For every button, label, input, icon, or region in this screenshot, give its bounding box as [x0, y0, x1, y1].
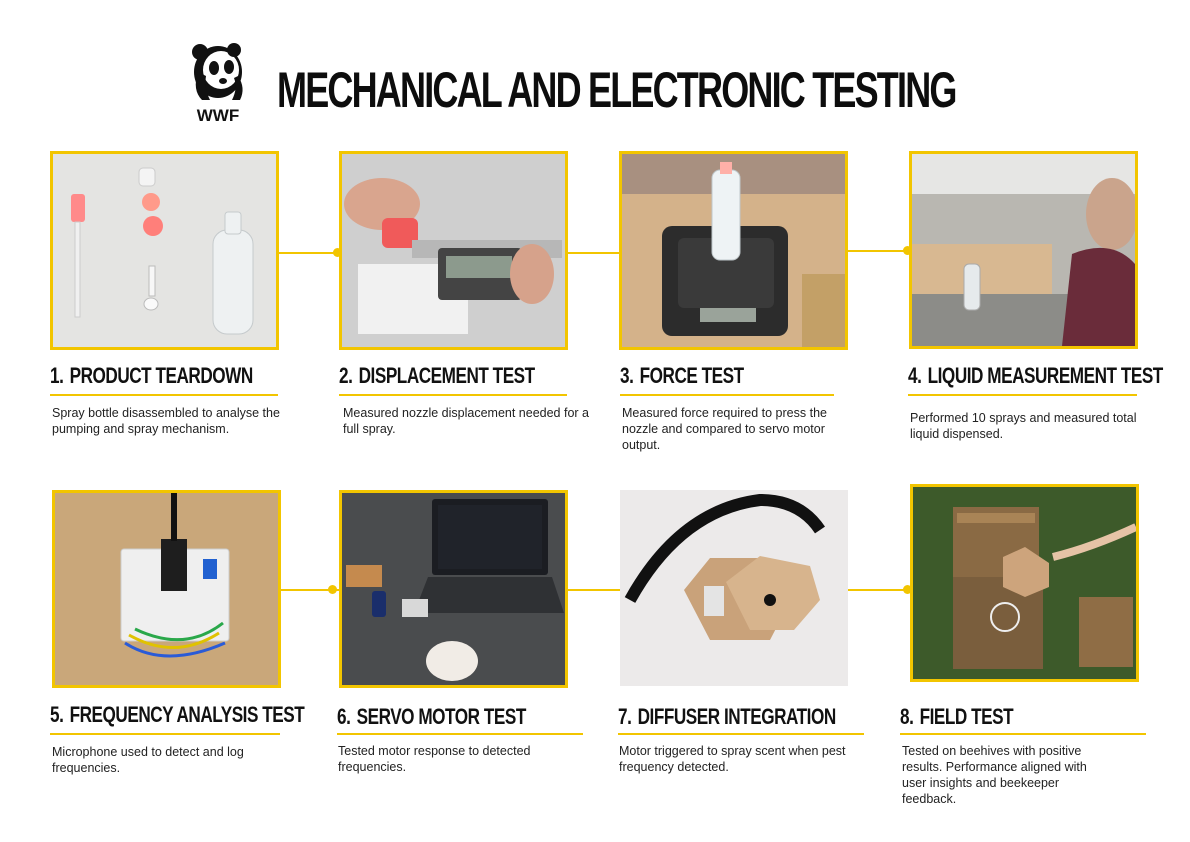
step-title-displacement-test: 2. DISPLACEMENT TEST	[339, 363, 535, 388]
step-title-force-test: 3. FORCE TEST	[620, 363, 744, 388]
breadboard-image	[55, 493, 278, 685]
laptop-servo-image	[342, 493, 565, 685]
caliper-image	[342, 154, 565, 347]
step-desc-displacement-test: Measured nozzle displacement needed for …	[343, 406, 589, 436]
photo-force-test	[619, 151, 848, 350]
lab-measurement-image	[912, 154, 1135, 346]
photo-product-teardown	[50, 151, 279, 350]
connector-line	[847, 250, 910, 252]
photo-servo-motor-test	[339, 490, 568, 688]
photo-liquid-measurement-test	[909, 151, 1138, 349]
title-underline	[618, 733, 864, 735]
title-underline	[50, 733, 280, 735]
panda-icon: WWF	[192, 43, 243, 125]
logo-wordmark: WWF	[197, 106, 239, 124]
title-underline	[337, 733, 583, 735]
scale-image	[622, 154, 845, 347]
step-title-field-test: 8. FIELD TEST	[900, 704, 1014, 729]
step-desc-frequency-analysis-test: Microphone used to detect and log freque…	[52, 745, 244, 775]
title-underline	[908, 394, 1137, 396]
photo-displacement-test	[339, 151, 568, 350]
title-underline	[620, 394, 834, 396]
connector-line	[848, 589, 910, 591]
connector-line	[567, 589, 620, 591]
step-desc-product-teardown: Spray bottle disassembled to analyse the…	[52, 406, 280, 436]
step-desc-liquid-measurement-test: Performed 10 sprays and measured total l…	[910, 411, 1137, 441]
photo-frequency-analysis-test	[52, 490, 281, 688]
page-title: MECHANICAL AND ELECTRONIC TESTING	[277, 62, 957, 118]
wwf-logo: WWF	[188, 42, 248, 125]
connector-dot	[328, 585, 337, 594]
step-desc-field-test: Tested on beehives with positive results…	[902, 744, 1087, 806]
connector-line	[278, 252, 340, 254]
step-title-frequency-analysis-test: 5. FREQUENCY ANALYSIS TEST	[50, 702, 305, 727]
step-desc-force-test: Measured force required to press the noz…	[622, 406, 827, 452]
photo-field-test	[910, 484, 1139, 682]
step-title-diffuser-integration: 7. DIFFUSER INTEGRATION	[618, 704, 836, 729]
connector-line	[567, 252, 620, 254]
title-underline	[339, 394, 567, 396]
step-title-liquid-measurement-test: 4. LIQUID MEASUREMENT TEST	[908, 363, 1163, 388]
step-title-servo-motor-test: 6. SERVO MOTOR TEST	[337, 704, 526, 729]
spray-bottle-parts-image	[53, 154, 276, 347]
title-underline	[50, 394, 278, 396]
beehive-image	[913, 487, 1136, 679]
step-desc-diffuser-integration: Motor triggered to spray scent when pest…	[619, 744, 846, 774]
photo-diffuser-integration	[620, 490, 848, 686]
title-underline	[900, 733, 1146, 735]
step-title-product-teardown: 1. PRODUCT TEARDOWN	[50, 363, 253, 388]
step-desc-servo-motor-test: Tested motor response to detected freque…	[338, 744, 531, 774]
diffuser-image	[620, 490, 848, 686]
